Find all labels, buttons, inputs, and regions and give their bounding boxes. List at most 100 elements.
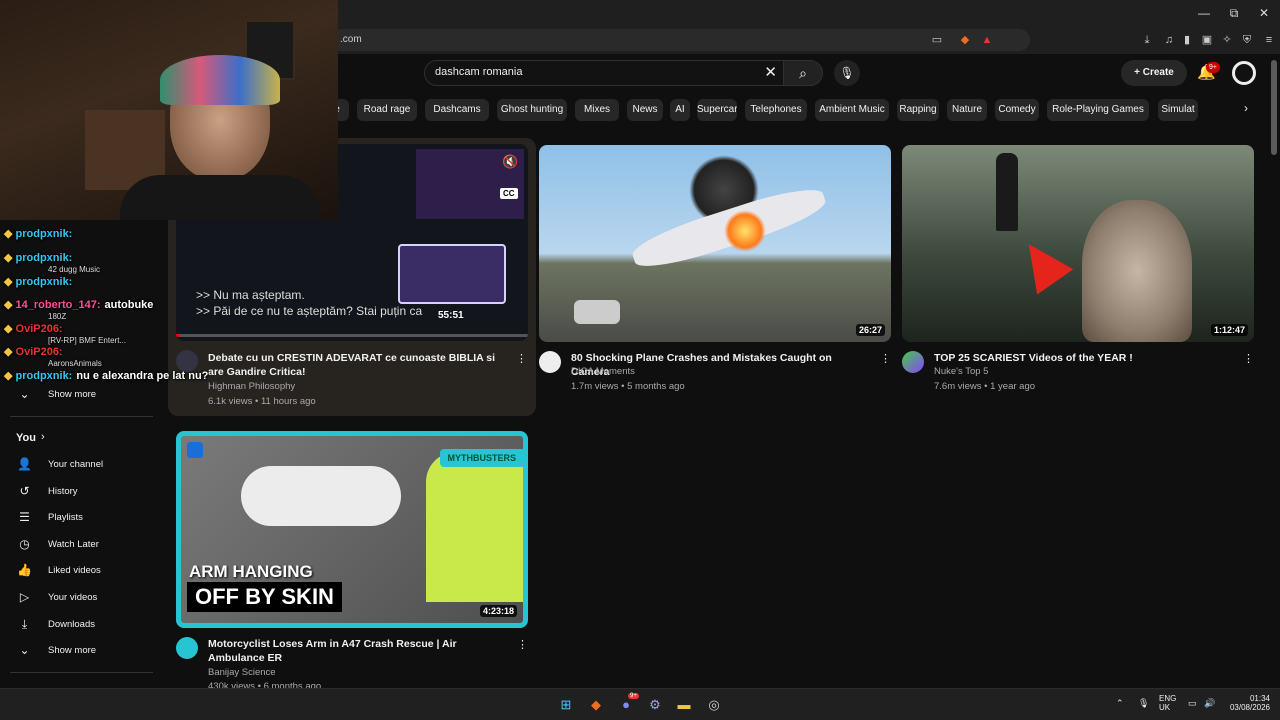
brave-browser-icon[interactable]: ◆ [588,697,604,713]
channel-name[interactable]: DICA Moments [571,365,635,379]
tray-mic-icon[interactable]: 🎙 [1138,698,1149,709]
chat-message: ◆ OviP206: [4,322,67,335]
filter-chip[interactable]: Supercar [697,99,737,121]
sidebar: ⌄ Show more You › 👤 Your channel ↺ History… [0,220,155,690]
filter-chip[interactable]: News [627,99,663,121]
playlist-icon: ☰ [19,510,30,524]
video-thumbnail[interactable]: 26:27 [539,145,891,342]
download-icon: ⤓ [21,617,28,631]
language-indicator[interactable]: ENG UK [1159,694,1176,712]
channel-name[interactable]: Highman Philosophy [208,380,295,394]
search-input[interactable]: dashcam romania ✕ [424,60,784,86]
filter-chip[interactable]: Nature [947,99,987,121]
clock[interactable]: 01:34 03/08/2026 [1226,694,1270,712]
sidebar-item-watch-later[interactable]: ◷ Watch Later [0,532,155,558]
filter-chip[interactable]: Role-Playing Games [1047,99,1149,121]
downloads-icon[interactable]: ⤓ [1140,34,1154,46]
channel-avatar[interactable] [902,351,924,373]
sidebar-item-label: Your videos [48,592,98,603]
file-explorer-icon[interactable]: ▬ [676,697,692,713]
sidebar-item-history[interactable]: ↺ History [0,479,155,505]
address-bar[interactable]: .com [330,29,1030,51]
sidebar-item-label: Downloads [48,619,95,630]
voice-search-button[interactable]: 🎙 [834,60,860,86]
channel-avatar[interactable] [539,351,561,373]
cap-shape [160,55,280,105]
restore-button[interactable]: ⧉ [1220,6,1248,21]
more-options-icon[interactable]: ⋮ [517,638,528,651]
cast-icon[interactable]: ▭ [930,34,944,46]
discord-icon[interactable]: ● [618,697,634,713]
chat-username: prodpxnik: [15,228,73,240]
cc-button[interactable]: CC [500,188,518,199]
filter-chip[interactable]: Ghost hunting [497,99,567,121]
channel-name[interactable]: Banijay Science [208,666,276,680]
volume-icon[interactable]: 🔊 [1204,698,1215,709]
video-title[interactable]: Debate cu un CRESTIN ADEVARAT ce cunoast… [208,351,508,379]
sidebar-item-playlists[interactable]: ☰ Playlists [0,505,155,531]
sidebar-item-liked-videos[interactable]: 👍 Liked videos [0,558,155,584]
app-icon[interactable]: ◎ [706,697,722,713]
chat-message: ◆ prodpxnik: [4,251,76,264]
video-card[interactable]: 1:12:47 TOP 25 SCARIEST Videos of the YE… [902,145,1254,395]
filter-chip[interactable]: Road rage [357,99,417,121]
channel-avatar[interactable] [176,637,198,659]
sidebar-item-your-videos[interactable]: ▷ Your videos [0,585,155,611]
date-text: 03/08/2026 [1229,703,1270,712]
chat-username: OviP206: [15,323,63,335]
media-icon[interactable]: ♫ [1162,34,1176,46]
video-card[interactable]: MYTHBUSTERS ARM HANGING OFF BY SKIN 4:23… [176,431,528,688]
tray-chevron-icon[interactable]: ⌃ [1116,698,1124,709]
filter-chip[interactable]: Mixes [575,99,619,121]
filter-chip[interactable]: Simulat [1158,99,1198,121]
filter-chip[interactable]: AI [670,99,690,121]
progress-track[interactable] [176,334,528,337]
minimize-button[interactable]: — [1190,6,1218,20]
chat-badge-icon: ◆ [4,323,16,335]
vpn-shield-icon[interactable]: ⛨ [1240,34,1254,46]
chat-username: prodpxnik: [15,276,73,288]
brave-rewards-icon[interactable]: ▲ [980,34,994,46]
windows-start-icon[interactable]: ⊞ [558,697,574,713]
mute-icon[interactable]: 🔇 [502,154,518,170]
more-options-icon[interactable]: ⋮ [1243,352,1254,365]
filter-chip[interactable]: Comedy [995,99,1039,121]
video-card[interactable]: 26:27 80 Shocking Plane Crashes and Mist… [539,145,891,395]
more-options-icon[interactable]: ⋮ [516,352,527,365]
video-title[interactable]: TOP 25 SCARIEST Videos of the YEAR ! [934,351,1234,365]
clear-search-icon[interactable]: ✕ [764,63,777,81]
chat-badge-icon: ◆ [4,346,16,358]
sidebar-item-show-more[interactable]: ⌄ Show more [0,638,155,664]
channel-name[interactable]: Nuke's Top 5 [934,365,988,379]
search-button[interactable]: ⌕ [783,60,823,86]
close-window-button[interactable]: ✕ [1250,6,1278,20]
network-icon[interactable]: ▭ [1188,698,1197,709]
wallet-icon[interactable]: ▣ [1200,34,1214,46]
sidebar-icon[interactable]: ▮ [1180,34,1194,46]
video-thumbnail[interactable]: 1:12:47 [902,145,1254,342]
filter-chip[interactable]: Telephones [745,99,807,121]
create-button[interactable]: + Create [1121,60,1187,86]
video-duration: 26:27 [855,324,885,336]
divider [10,672,153,673]
filter-chip[interactable]: Rapping [897,99,939,121]
filter-chip[interactable]: Ambient Music [815,99,889,121]
brave-shield-icon[interactable]: ◆ [958,34,972,46]
leo-ai-icon[interactable]: ✧ [1220,34,1234,46]
you-section[interactable]: You › [0,426,155,452]
scrollbar-thumb[interactable] [1271,60,1277,155]
video-title[interactable]: Motorcyclist Loses Arm in A47 Crash Resc… [208,637,508,665]
video-meta: 6.1k views • 11 hours ago [208,396,316,407]
create-label: Create [1142,67,1174,78]
chips-next-icon[interactable]: › [1244,101,1248,115]
video-thumbnail[interactable]: MYTHBUSTERS ARM HANGING OFF BY SKIN 4:23… [176,431,528,628]
account-avatar[interactable] [1232,61,1256,85]
menu-icon[interactable]: ≡ [1262,34,1276,46]
category-badge: MYTHBUSTERS [440,449,523,467]
more-options-icon[interactable]: ⋮ [880,352,891,365]
steam-icon[interactable]: ⚙ [647,697,663,713]
sidebar-item-downloads[interactable]: ⤓ Downloads [0,612,155,638]
show-more-subscriptions[interactable]: ⌄ Show more [0,382,155,408]
sidebar-item-your-channel[interactable]: 👤 Your channel [0,452,155,478]
filter-chip[interactable]: Dashcams [425,99,489,121]
